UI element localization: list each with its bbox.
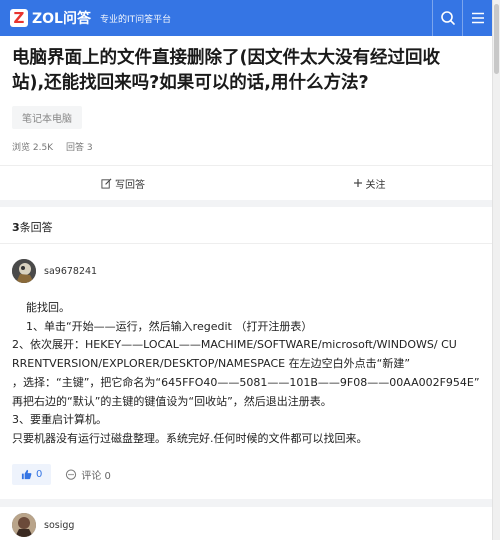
- question-title: 电脑界面上的文件直接删除了(因文件太大没有经过回收 站),还能找回来吗?如果可以…: [12, 46, 480, 96]
- avatar[interactable]: [12, 259, 36, 283]
- edit-icon: [101, 178, 112, 189]
- follow-button[interactable]: 关注: [246, 166, 492, 200]
- zol-logo-icon[interactable]: Z: [10, 9, 28, 27]
- answers-section: 3条回答 sa9678241 能找回。 1、单击“开始——运行，然后输入rege…: [0, 207, 492, 540]
- comment-button[interactable]: 评论 0: [65, 467, 111, 482]
- answer-actions: 0 评论 0: [12, 464, 111, 485]
- write-answer-button[interactable]: 写回答: [0, 166, 246, 200]
- follow-label: 关注: [365, 179, 386, 191]
- plus-icon: [353, 178, 363, 188]
- answer-line: 1、单击“开始——运行，然后输入regedit （打开注册表）: [12, 319, 313, 333]
- search-button[interactable]: [432, 0, 462, 36]
- answer-author[interactable]: sosigg: [12, 513, 74, 537]
- answer-line: 3、要重启计算机。: [12, 413, 107, 427]
- answer-line: 再把右边的“默认”的主键的键值设为“回收站”，然后退出注册表。: [12, 394, 332, 408]
- top-navigation-bar: Z ZOL问答 专业的IT问答平台: [0, 0, 492, 36]
- search-icon: [440, 11, 455, 25]
- answer-line: RRENTVERSION/EXPLORER/DESKTOP/NAMESPACE …: [12, 357, 411, 371]
- answers-count-suffix: 条回答: [19, 221, 53, 234]
- site-logo-text[interactable]: ZOL问答: [32, 8, 91, 28]
- scrollbar[interactable]: [492, 0, 500, 540]
- answer-author[interactable]: sa9678241: [12, 259, 97, 283]
- header-icon-group: [432, 0, 492, 36]
- thumbs-up-icon: [21, 469, 32, 480]
- site-slogan: 专业的IT问答平台: [99, 14, 172, 25]
- author-name[interactable]: sosigg: [44, 520, 74, 531]
- answer-body: 能找回。 1、单击“开始——运行，然后输入regedit （打开注册表） 2、依…: [12, 299, 482, 449]
- question-meta: 浏览 2.5K 回答 3: [12, 140, 480, 153]
- question-title-line-1: 电脑界面上的文件直接删除了(因文件太大没有经过回收: [12, 48, 440, 68]
- answer-line: ，选择：“主键”，把它命名为“645FFO40——5081——101B——9F0…: [12, 375, 480, 389]
- answer-line: 只要机器没有运行过磁盘整理。系统完好.任何时候的文件都可以找回来。: [12, 431, 368, 445]
- answer-line: 能找回。: [12, 301, 70, 314]
- divider: [0, 243, 492, 244]
- author-name[interactable]: sa9678241: [44, 266, 97, 277]
- like-count: 0: [36, 469, 43, 480]
- write-answer-label: 写回答: [115, 179, 145, 191]
- question-title-line-2: 站),还能找回来吗?如果可以的话,用什么方法?: [12, 73, 369, 93]
- question-panel: 电脑界面上的文件直接删除了(因文件太大没有经过回收 站),还能找回来吗?如果可以…: [0, 36, 492, 165]
- category-tag[interactable]: 笔记本电脑: [12, 106, 82, 129]
- scrollbar-thumb[interactable]: [494, 4, 499, 74]
- question-action-bar: 写回答 关注: [0, 165, 492, 200]
- answers-count-number: 3: [12, 221, 20, 234]
- comment-label: 评论 0: [81, 471, 111, 482]
- like-button[interactable]: 0: [12, 464, 52, 485]
- menu-button[interactable]: [462, 0, 492, 36]
- avatar[interactable]: [12, 513, 36, 537]
- answer-separator: [0, 499, 492, 507]
- answers-count-heading: 3条回答: [12, 219, 53, 235]
- answer-line: 2、依次展开：HEKEY——LOCAL——MACHIME/SOFTWARE/mi…: [12, 338, 457, 352]
- view-count: 浏览 2.5K: [12, 143, 54, 153]
- menu-icon: [471, 12, 484, 24]
- comment-icon: [66, 469, 77, 480]
- answer-count: 回答 3: [65, 143, 93, 153]
